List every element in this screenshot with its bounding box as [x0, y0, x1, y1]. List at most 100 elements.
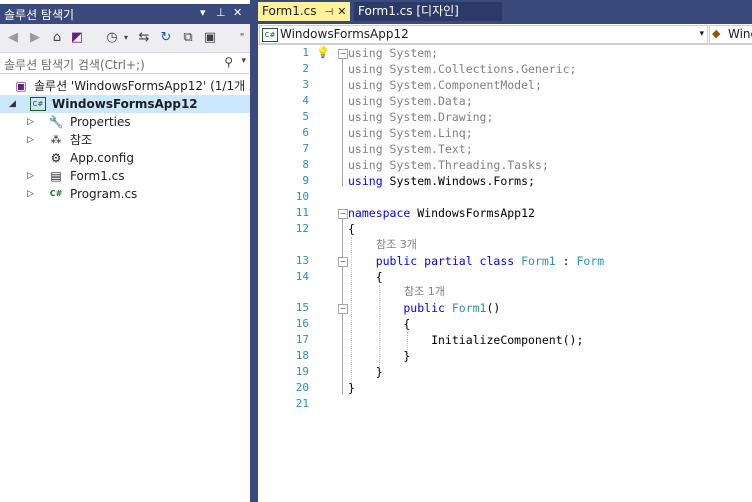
navigation-bar: C# WindowsFormsApp12 ▾ ◆ Wind [258, 24, 752, 45]
code-line: using System.Collections.Generic; [348, 62, 577, 76]
fold-toggle[interactable]: − [338, 49, 348, 59]
fold-toggle[interactable]: − [338, 209, 348, 219]
vs-switch-views-icon[interactable]: ◩ [69, 30, 85, 46]
search-icon[interactable]: ⚲ [224, 55, 233, 69]
csharp-icon: C# [262, 28, 278, 42]
solution-explorer-toolbar: ◀ ▶ ⌂ ◩ ◷ ▾ ⇆ ↻ ⧉ ▣ " [0, 24, 250, 53]
overflow-icon[interactable]: " [234, 30, 250, 46]
codelens-references[interactable]: 참조 3개 [376, 237, 417, 253]
form-icon: ▤ [50, 169, 62, 183]
collapsed-arrow-icon[interactable]: ▷ [27, 113, 34, 131]
fold-toggle[interactable]: − [338, 304, 348, 314]
line-number: 2 [302, 62, 309, 75]
code-line: using System.Text; [348, 142, 473, 156]
class-icon: ◆ [712, 27, 721, 40]
line-number: 8 [302, 158, 309, 171]
pin-icon[interactable]: ⊥ [216, 6, 226, 19]
tree-item-solution[interactable]: ▣ 솔루션 'WindowsFormsApp12' (1/1개 프 [0, 77, 260, 95]
line-number: 1 [302, 46, 309, 59]
line-number: 9 [302, 174, 309, 187]
search-options-icon[interactable]: ▾ [241, 56, 246, 66]
code-line: using System.Threading.Tasks; [348, 158, 549, 172]
project-dropdown[interactable]: C# WindowsFormsApp12 ▾ [259, 25, 708, 44]
code-line: using System.ComponentModel; [348, 78, 542, 92]
line-number: 19 [295, 365, 309, 378]
search-input[interactable]: 솔루션 탐색기 검색(Ctrl+;) [4, 56, 145, 73]
member-dropdown[interactable]: ◆ Wind [709, 25, 752, 44]
sync-icon[interactable]: ⇆ [136, 30, 152, 46]
fold-toggle[interactable]: − [338, 257, 348, 267]
fold-line [342, 59, 343, 187]
line-number: 12 [295, 222, 309, 235]
codelens-references[interactable]: 참조 1개 [404, 284, 445, 300]
show-all-files-icon[interactable]: ▣ [202, 30, 218, 46]
tree-item-program[interactable]: ▷ C# Program.cs [0, 185, 250, 203]
panel-title: 솔루션 탐색기 [4, 8, 75, 22]
close-icon[interactable]: ✕ [233, 6, 242, 19]
solution-explorer-titlebar: 솔루션 탐색기 ▾ ⊥ ✕ [0, 4, 250, 24]
solution-explorer-panel: 솔루션 탐색기 ▾ ⊥ ✕ ◀ ▶ ⌂ ◩ ◷ ▾ ⇆ ↻ ⧉ ▣ " 솔루션 … [0, 0, 260, 502]
dropdown-icon[interactable]: ▾ [200, 6, 206, 19]
close-icon[interactable]: ✕ [337, 5, 346, 18]
line-number: 17 [295, 333, 309, 346]
lightbulb-icon[interactable]: 💡 [316, 46, 330, 59]
line-number: 21 [295, 397, 309, 410]
refresh-icon[interactable]: ↻ [158, 30, 174, 46]
line-number-margin: 💡 1 2 3 4 5 6 7 8 9 10 11 12 13 14 15 16… [258, 45, 334, 502]
config-file-icon: ⚙ [50, 151, 62, 165]
code-line: { [348, 270, 383, 284]
tree-item-app-config[interactable]: ⚙ App.config [0, 149, 250, 167]
tree-item-properties[interactable]: ▷ 🔧 Properties [0, 113, 250, 131]
pin-icon[interactable]: ⊣ [325, 7, 334, 18]
references-icon: ⁂ [50, 133, 62, 146]
collapse-all-icon[interactable]: ⧉ [180, 30, 196, 46]
code-line: namespace WindowsFormsApp12 [348, 206, 535, 220]
code-line: { [348, 317, 411, 331]
expanded-arrow-icon[interactable]: ◢ [9, 95, 16, 113]
code-line: } [348, 349, 411, 363]
back-icon[interactable]: ◀ [5, 30, 21, 46]
collapsed-arrow-icon[interactable]: ▷ [27, 167, 34, 185]
chevron-down-icon[interactable]: ▾ [118, 30, 134, 46]
code-line: using System.Drawing; [348, 110, 494, 124]
line-number: 20 [295, 381, 309, 394]
line-number: 11 [295, 206, 309, 219]
line-number: 7 [302, 142, 309, 155]
line-number: 14 [295, 270, 309, 283]
line-number: 10 [295, 190, 309, 203]
code-line: using System; [348, 46, 439, 60]
collapsed-arrow-icon[interactable]: ▷ [27, 131, 34, 149]
line-number: 15 [295, 301, 309, 314]
tree-item-references[interactable]: ▷ ⁂ 참조 [0, 131, 250, 149]
line-number: 3 [302, 78, 309, 91]
csharp-file-icon: C# [49, 189, 63, 198]
tree-item-form1[interactable]: ▷ ▤ Form1.cs [0, 167, 250, 185]
csharp-project-icon: C# [30, 97, 46, 111]
forward-icon[interactable]: ▶ [27, 30, 43, 46]
tab-form1-designer[interactable]: Form1.cs [디자인] [354, 2, 502, 21]
code-line: using System.Windows.Forms; [348, 174, 535, 188]
document-tab-strip: Form1.cs ⊣ ✕ Form1.cs [디자인] [258, 0, 752, 24]
tree-item-project[interactable]: ◢ C# WindowsFormsApp12 [0, 95, 250, 113]
line-number: 4 [302, 94, 309, 107]
code-line: InitializeComponent(); [348, 333, 584, 347]
tab-form1-cs[interactable]: Form1.cs ⊣ ✕ [258, 2, 351, 21]
line-number: 18 [295, 349, 309, 362]
solution-search-box[interactable]: 솔루션 탐색기 검색(Ctrl+;) ⚲ ▾ [0, 53, 249, 74]
splitter[interactable] [250, 0, 258, 502]
code-line: using System.Linq; [348, 126, 473, 140]
collapsed-arrow-icon[interactable]: ▷ [27, 185, 34, 203]
wrench-icon: 🔧 [48, 115, 64, 129]
solution-icon: ▣ [15, 79, 27, 93]
line-number: 13 [295, 254, 309, 267]
code-line: using System.Data; [348, 94, 473, 108]
code-line: } [348, 365, 383, 379]
code-line: public partial class Form1 : Form [348, 254, 605, 268]
code-line: { [348, 222, 355, 236]
chevron-down-icon[interactable]: ▾ [699, 29, 704, 39]
code-editor[interactable]: 💡 1 2 3 4 5 6 7 8 9 10 11 12 13 14 15 16… [258, 45, 752, 502]
code-line: } [348, 381, 355, 395]
line-number: 5 [302, 110, 309, 123]
home-icon[interactable]: ⌂ [49, 30, 65, 46]
line-number: 16 [295, 317, 309, 330]
